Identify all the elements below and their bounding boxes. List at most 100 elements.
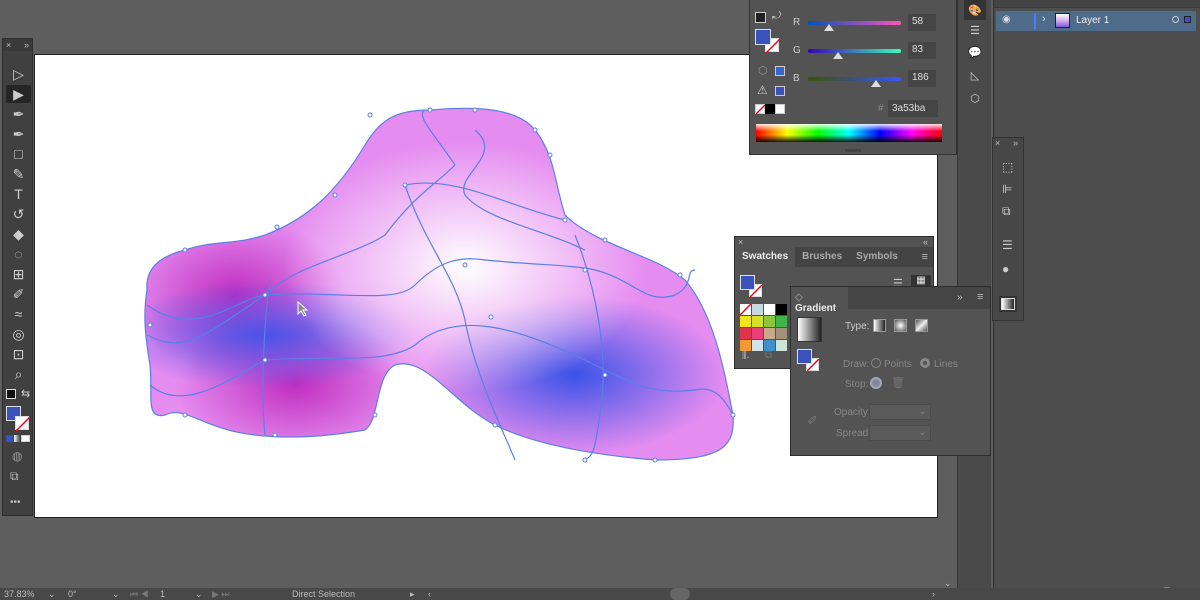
selection-indicator-icon[interactable] — [1184, 16, 1191, 23]
zoom-dropdown-icon[interactable]: ⌄ — [48, 588, 56, 600]
collapse-icon[interactable]: « — [923, 237, 928, 247]
rotation-dropdown-icon[interactable]: ⌄ — [112, 588, 120, 600]
slider-track[interactable] — [808, 77, 901, 81]
pathfinder-icon[interactable]: ⧉ — [1002, 204, 1011, 219]
swatch[interactable] — [776, 316, 787, 327]
swatch[interactable] — [764, 304, 775, 315]
rectangle-tool[interactable]: □ — [6, 145, 31, 163]
artboard-number[interactable]: 1 — [160, 588, 165, 600]
tab-symbols[interactable]: Symbols — [849, 247, 905, 267]
collapse-icon[interactable]: » — [1013, 138, 1018, 148]
tab-swatches[interactable]: Swatches — [735, 247, 796, 267]
comments-icon[interactable]: 💬 — [964, 42, 986, 62]
zoom-tool[interactable]: ⌕ — [6, 365, 31, 383]
next-artboard-icon[interactable]: ▶ ⏭ — [212, 588, 230, 600]
swatch[interactable] — [776, 304, 787, 315]
panel-menu-icon[interactable]: ≡ — [977, 291, 983, 303]
target-circle-icon[interactable] — [1172, 16, 1179, 23]
delete-stop-icon[interactable]: 🗑 — [891, 376, 905, 389]
slider-thumb[interactable] — [870, 80, 881, 87]
gradient-fill-swatch[interactable] — [797, 349, 812, 364]
type-tool[interactable]: T — [6, 185, 31, 203]
close-icon[interactable]: × — [6, 39, 11, 51]
radial-gradient-button[interactable] — [894, 319, 907, 332]
color-guide-icon[interactable]: 🎨 — [964, 0, 986, 20]
blend-tool[interactable]: ◎ — [6, 325, 31, 343]
draw-mode-icon[interactable]: ◍ — [12, 449, 22, 463]
more-tools-icon[interactable]: ••• — [10, 497, 21, 508]
first-artboard-icon[interactable]: ⏮ ◀ — [130, 588, 149, 600]
swap-colors-icon[interactable]: ⇆ — [21, 387, 30, 400]
artboard-dropdown-icon[interactable]: ⌄ — [195, 588, 203, 600]
none-swatch[interactable] — [755, 104, 765, 114]
eyedropper-tool[interactable]: ✐ — [6, 285, 31, 303]
mesh-tool[interactable]: ⊞ — [6, 265, 31, 283]
color-panel-fill-swatch[interactable] — [755, 29, 771, 45]
rotation-value[interactable]: 0° — [68, 588, 77, 600]
opacity-dropdown[interactable]: ⌄ — [869, 404, 931, 420]
panel-resize-handle[interactable] — [845, 149, 861, 152]
linear-gradient-button[interactable] — [873, 319, 886, 332]
spread-dropdown[interactable]: ⌄ — [869, 425, 931, 441]
swatch-options-icon[interactable]: ⧉ — [765, 350, 772, 361]
swap-fill-stroke-icon[interactable]: ⤾ — [772, 10, 781, 23]
swatch-libraries-icon[interactable]: ⫼. — [742, 350, 749, 361]
gradient-mesh-object[interactable] — [115, 95, 745, 475]
points-radio[interactable] — [871, 358, 881, 368]
collapse-icon[interactable]: » — [957, 292, 963, 303]
puppet-warp-tool[interactable]: ≈ — [6, 305, 31, 323]
close-icon[interactable]: × — [995, 138, 1000, 148]
3d-materials-icon[interactable]: ⬡ — [964, 88, 986, 108]
color-mode-buttons[interactable] — [6, 435, 31, 442]
tab-gradient[interactable]: ◇ Gradient — [791, 287, 848, 314]
swatch[interactable] — [740, 316, 751, 327]
layer-name[interactable]: Layer 1 — [1076, 15, 1109, 26]
swatch[interactable] — [764, 316, 775, 327]
stroke-icon[interactable]: ☰ — [1002, 238, 1013, 252]
selection-tool[interactable]: ▷ — [6, 65, 31, 83]
pencil-tool[interactable]: ✎ — [6, 165, 31, 183]
eyedropper-icon[interactable]: ✐ — [807, 413, 818, 429]
color-spectrum[interactable] — [756, 124, 942, 142]
shape-builder-tool[interactable]: ◌ — [6, 245, 31, 263]
slider-thumb[interactable] — [833, 52, 844, 59]
hex-input[interactable]: 3a53ba — [888, 100, 938, 117]
channel-value-input[interactable]: 186 — [908, 70, 936, 87]
swatch[interactable] — [739, 303, 752, 316]
swatch[interactable] — [752, 340, 763, 351]
tab-brushes[interactable]: Brushes — [795, 247, 849, 267]
artboard-tool[interactable]: ⊡ — [6, 345, 31, 363]
swatches-fill-swatch[interactable] — [740, 275, 755, 290]
swatch[interactable] — [776, 328, 787, 339]
swatch[interactable] — [752, 316, 763, 327]
scroll-right-icon[interactable]: › — [932, 588, 935, 600]
slider-thumb[interactable] — [824, 24, 835, 31]
swatch[interactable] — [752, 304, 763, 315]
layer-row[interactable]: ◉ › Layer 1 — [996, 11, 1196, 31]
pen-tool[interactable]: ✒ — [6, 105, 31, 123]
rotate-tool[interactable]: ↺ — [6, 205, 31, 223]
slider-track[interactable] — [808, 49, 901, 53]
transparency-icon[interactable]: ◺ — [964, 65, 986, 85]
stroke-swatch[interactable] — [15, 416, 31, 432]
transform-icon[interactable]: ⬚ — [1002, 160, 1013, 174]
curvature-tool[interactable]: ✒ — [6, 125, 31, 143]
direct-selection-tool[interactable]: ▶ — [6, 85, 31, 103]
white-swatch[interactable] — [775, 104, 785, 114]
collapse-icon[interactable]: » — [24, 39, 29, 51]
zoom-level[interactable]: 37.83% — [4, 588, 35, 600]
properties-icon[interactable]: ☰ — [964, 20, 986, 40]
panel-menu-icon[interactable]: ≡ — [917, 247, 933, 267]
slider-track[interactable] — [808, 21, 901, 25]
align-icon[interactable]: ⊫ — [1002, 182, 1012, 196]
status-menu-icon[interactable]: ▸ — [410, 588, 415, 600]
default-fill-stroke-icon[interactable] — [755, 12, 766, 23]
channel-value-input[interactable]: 58 — [908, 14, 936, 31]
stop-color-indicator[interactable] — [870, 377, 882, 389]
swatch[interactable] — [764, 328, 775, 339]
horizontal-scrollbar-thumb[interactable] — [670, 588, 690, 600]
eraser-tool[interactable]: ◆ — [6, 225, 31, 243]
gradient-panel-icon[interactable] — [999, 296, 1017, 312]
scroll-left-icon[interactable]: ‹ — [428, 588, 431, 600]
in-gamut-color-swatch[interactable] — [775, 86, 785, 96]
